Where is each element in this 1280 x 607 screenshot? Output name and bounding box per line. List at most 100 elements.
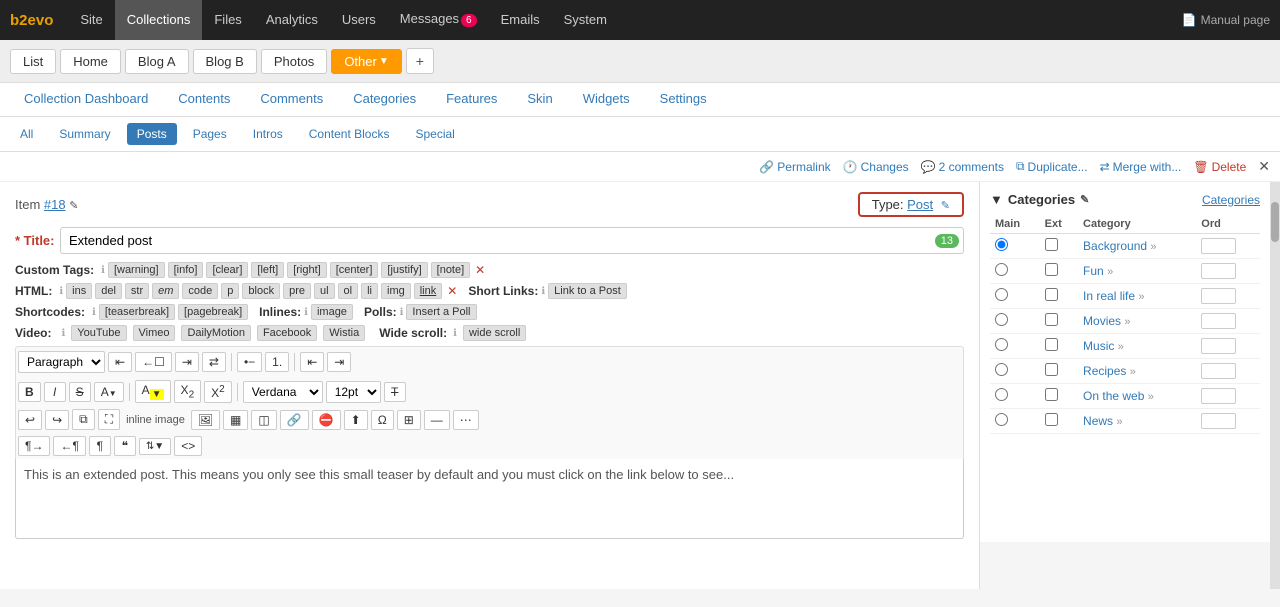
editor-content-area[interactable]: This is an extended post. This means you… bbox=[15, 459, 964, 539]
filter-intros[interactable]: Intros bbox=[243, 123, 293, 145]
inlines-info-icon[interactable]: ℹ bbox=[304, 307, 308, 318]
subtab-features[interactable]: Features bbox=[432, 83, 511, 116]
wide-scroll-info-icon[interactable]: ℹ bbox=[453, 328, 457, 339]
subtab-contents[interactable]: Contents bbox=[164, 83, 244, 116]
cat-link-fun[interactable]: Fun bbox=[1083, 264, 1104, 278]
table-btn[interactable]: ⊞ bbox=[397, 410, 421, 430]
html-del[interactable]: del bbox=[95, 283, 122, 299]
shortcodes-info-icon[interactable]: ℹ bbox=[92, 307, 96, 318]
align-justify-btn[interactable]: ⇄ bbox=[202, 352, 226, 372]
align-right-btn[interactable]: ⇥ bbox=[175, 352, 199, 372]
insert-poll-btn[interactable]: Insert a Poll bbox=[406, 304, 476, 320]
video-info-icon[interactable]: ℹ bbox=[61, 328, 65, 339]
filter-pages[interactable]: Pages bbox=[183, 123, 237, 145]
html-tags-close[interactable]: ✕ bbox=[445, 284, 459, 298]
subtab-skin[interactable]: Skin bbox=[513, 83, 566, 116]
close-button[interactable]: ✕ bbox=[1258, 158, 1270, 175]
italic-btn[interactable]: I bbox=[44, 382, 66, 402]
item-number-link[interactable]: #18 bbox=[44, 197, 66, 212]
tag-right[interactable]: [right] bbox=[287, 262, 327, 278]
cat-ord-news[interactable] bbox=[1201, 413, 1236, 429]
html-img[interactable]: img bbox=[381, 283, 411, 299]
page-break-btn[interactable]: ⋯ bbox=[453, 410, 479, 430]
tab-photos[interactable]: Photos bbox=[261, 49, 327, 74]
outdent-btn[interactable]: ⇤ bbox=[300, 352, 324, 372]
scroll-thumb[interactable] bbox=[1271, 202, 1279, 242]
insert-media-btn[interactable]: ▦ bbox=[223, 410, 248, 430]
tag-pagebreak[interactable]: [pagebreak] bbox=[178, 304, 248, 320]
cat-link-movies[interactable]: Movies bbox=[1083, 314, 1121, 328]
cat-ext-check[interactable] bbox=[1040, 309, 1078, 334]
cat-ord-recipes[interactable] bbox=[1201, 363, 1236, 379]
font-color-btn[interactable]: A▼ bbox=[94, 382, 124, 402]
video-youtube[interactable]: YouTube bbox=[71, 325, 126, 341]
edit-type-icon[interactable]: ✎ bbox=[941, 200, 950, 212]
copy-btn[interactable]: ⧉ bbox=[72, 409, 95, 430]
ltr-btn[interactable]: ¶→ bbox=[18, 436, 50, 456]
filter-special[interactable]: Special bbox=[405, 123, 464, 145]
redo-btn[interactable]: ↪ bbox=[45, 410, 69, 430]
para-format-btn[interactable]: ¶ bbox=[89, 436, 111, 456]
cat-ord-music[interactable] bbox=[1201, 338, 1236, 354]
subscript-btn[interactable]: X2 bbox=[174, 380, 202, 403]
html-str[interactable]: str bbox=[125, 283, 149, 299]
cat-ext-check[interactable] bbox=[1040, 384, 1078, 409]
cat-link-recipes[interactable]: Recipes bbox=[1083, 364, 1126, 378]
tab-blog-b[interactable]: Blog B bbox=[193, 49, 257, 74]
video-facebook[interactable]: Facebook bbox=[257, 325, 317, 341]
custom-tags-info-icon[interactable]: ℹ bbox=[101, 265, 105, 276]
wide-scroll-btn[interactable]: wide scroll bbox=[463, 325, 526, 341]
nav-collections[interactable]: Collections bbox=[115, 0, 203, 40]
html-ins[interactable]: ins bbox=[66, 283, 92, 299]
cat-ord-background[interactable] bbox=[1201, 238, 1236, 254]
subtab-collection-dashboard[interactable]: Collection Dashboard bbox=[10, 83, 162, 116]
tab-home[interactable]: Home bbox=[60, 49, 121, 74]
cat-ext-check[interactable] bbox=[1040, 359, 1078, 384]
video-dailymotion[interactable]: DailyMotion bbox=[181, 325, 250, 341]
categories-scrollbar[interactable] bbox=[1270, 182, 1280, 589]
indent-btn[interactable]: ⇥ bbox=[327, 352, 351, 372]
tab-blog-a[interactable]: Blog A bbox=[125, 49, 189, 74]
cat-link-background[interactable]: Background bbox=[1083, 239, 1147, 253]
html-pre[interactable]: pre bbox=[283, 283, 311, 299]
nav-messages[interactable]: Messages6 bbox=[388, 0, 489, 41]
cat-main-radio[interactable] bbox=[990, 259, 1040, 284]
permalink-link[interactable]: 🔗 Permalink bbox=[759, 160, 830, 174]
edit-categories-icon[interactable]: ✎ bbox=[1080, 193, 1089, 206]
nav-system[interactable]: System bbox=[552, 0, 619, 40]
unordered-list-btn[interactable]: •− bbox=[237, 352, 262, 372]
html-em[interactable]: em bbox=[152, 283, 179, 299]
cat-link-in-real-life[interactable]: In real life bbox=[1083, 289, 1135, 303]
video-vimeo[interactable]: Vimeo bbox=[133, 325, 176, 341]
cat-link-music[interactable]: Music bbox=[1083, 339, 1114, 353]
nav-site[interactable]: Site bbox=[68, 0, 114, 40]
html-ul[interactable]: ul bbox=[314, 283, 335, 299]
cat-main-radio[interactable] bbox=[990, 359, 1040, 384]
filter-summary[interactable]: Summary bbox=[49, 123, 120, 145]
special-char-btn[interactable]: Ω bbox=[371, 410, 394, 430]
video-wistia[interactable]: Wistia bbox=[323, 325, 365, 341]
merge-link[interactable]: ⇄ Merge with... bbox=[1100, 160, 1182, 174]
superscript-btn[interactable]: X2 bbox=[204, 381, 232, 403]
nav-users[interactable]: Users bbox=[330, 0, 388, 40]
direction-btn[interactable]: ⇅▼ bbox=[139, 438, 171, 455]
tag-clear[interactable]: [clear] bbox=[206, 262, 248, 278]
custom-tags-close[interactable]: ✕ bbox=[473, 263, 487, 277]
horizontal-rule-btn[interactable]: — bbox=[424, 410, 450, 430]
tag-warning[interactable]: [warning] bbox=[108, 262, 165, 278]
cat-main-radio[interactable] bbox=[990, 284, 1040, 309]
insert-embed-btn[interactable]: ◫ bbox=[251, 410, 276, 430]
brand-logo[interactable]: b2evo bbox=[10, 12, 53, 29]
html-li[interactable]: li bbox=[361, 283, 378, 299]
fullscreen-btn[interactable]: ⛶ bbox=[98, 409, 120, 430]
subtab-widgets[interactable]: Widgets bbox=[569, 83, 644, 116]
add-tab-button[interactable]: + bbox=[406, 48, 434, 74]
changes-link[interactable]: 🕐 Changes bbox=[843, 160, 909, 174]
cat-ext-check[interactable] bbox=[1040, 334, 1078, 359]
tab-list[interactable]: List bbox=[10, 49, 56, 74]
type-link[interactable]: Post bbox=[907, 197, 933, 212]
short-link-post-btn[interactable]: Link to a Post bbox=[548, 283, 627, 299]
categories-manage-link[interactable]: Categories bbox=[1202, 193, 1260, 207]
cat-ord-movies[interactable] bbox=[1201, 313, 1236, 329]
comments-link[interactable]: 💬 2 comments bbox=[921, 160, 1004, 174]
